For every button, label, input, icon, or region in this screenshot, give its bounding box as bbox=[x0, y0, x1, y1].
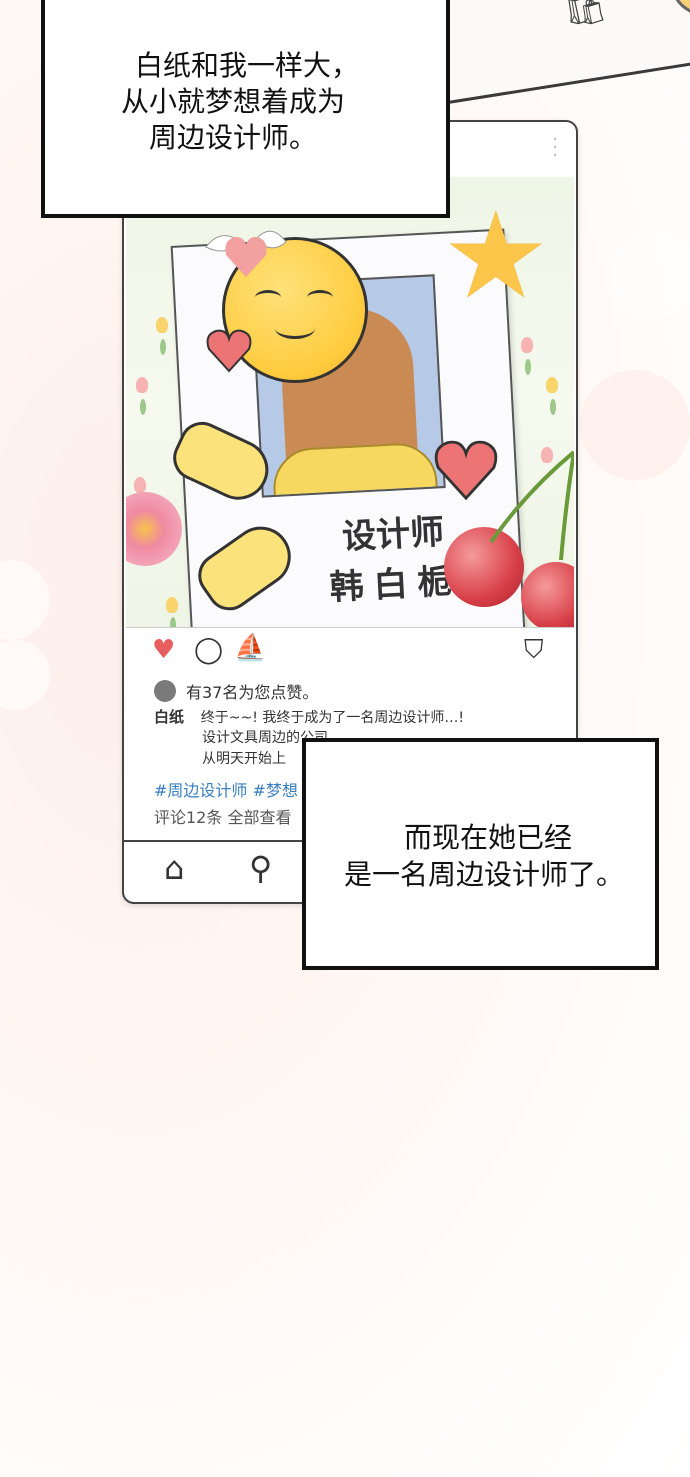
more-options-icon[interactable]: · · · bbox=[552, 131, 558, 165]
heart-icon[interactable]: ♥ bbox=[152, 637, 175, 663]
avatar bbox=[154, 680, 176, 702]
flower-decoration bbox=[166, 597, 178, 613]
cherry-icon bbox=[521, 562, 574, 627]
narration-line: 从小就梦想着成为 bbox=[121, 85, 346, 118]
narration-line: 周边设计师。 bbox=[149, 121, 318, 154]
narration-box-top: 白纸和我一样大， 从小就梦想着成为 周边设计师。 bbox=[41, 0, 450, 218]
narration-line: 是一名周边设计师了。 bbox=[344, 858, 625, 891]
flower-decoration bbox=[136, 377, 148, 393]
send-icon[interactable]: ⛵ bbox=[234, 635, 266, 661]
caption-line-3: 从明天开始上 bbox=[202, 751, 286, 767]
heart-icon bbox=[206, 329, 252, 373]
likes-summary[interactable]: 有37名为您点赞。 bbox=[154, 679, 318, 703]
post-actions: ♥ ◯ ⛵ ⛉ bbox=[124, 635, 576, 673]
flower-decoration bbox=[521, 337, 533, 353]
leaf-decoration bbox=[170, 617, 176, 627]
username[interactable]: 白纸 bbox=[154, 708, 184, 726]
bookmark-icon[interactable]: ⛉ bbox=[524, 637, 544, 663]
narration-line: 而现在她已经 bbox=[404, 821, 573, 854]
leaf-decoration bbox=[550, 399, 556, 415]
narration-box-bottom: 而现在她已经 是一名周边设计师了。 bbox=[302, 738, 659, 970]
hashtags[interactable]: #周边设计师 #梦想 bbox=[154, 777, 298, 801]
post-caption: 白纸 终于~~! 我终于成为了一名周边设计师…! 设计文具周边的公司 从明天开始… bbox=[154, 707, 464, 767]
comment-icon[interactable]: ◯ bbox=[194, 637, 223, 663]
bokeh-light bbox=[0, 560, 50, 640]
home-icon[interactable]: ⌂ bbox=[164, 852, 184, 884]
cherry-stem bbox=[489, 450, 574, 561]
winged-heart-icon bbox=[205, 230, 287, 277]
leaf-decoration bbox=[525, 359, 531, 375]
post-image[interactable]: 设计师 韩白栀 ★ bbox=[126, 177, 574, 628]
narration-line: 白纸和我一样大， bbox=[135, 49, 360, 82]
leaf-decoration bbox=[160, 339, 166, 355]
flower-decoration bbox=[156, 317, 168, 333]
flower-decoration bbox=[546, 377, 558, 393]
bokeh-light bbox=[610, 230, 690, 320]
left-eye bbox=[255, 290, 281, 305]
likes-text: 有37名为您点赞。 bbox=[186, 683, 319, 702]
bokeh-light bbox=[580, 370, 690, 480]
avatar bbox=[665, 0, 690, 21]
caption-line-1: 终于~~! 我终于成为了一名周边设计师…! bbox=[200, 710, 464, 726]
star-icon: ★ bbox=[442, 187, 550, 326]
smile-mouth bbox=[275, 318, 315, 339]
leaf-decoration bbox=[140, 399, 146, 415]
flower-decoration bbox=[134, 477, 146, 493]
search-icon[interactable]: ⚲ bbox=[249, 852, 272, 884]
view-comments-link[interactable]: 评论12条 全部查看 bbox=[154, 804, 291, 828]
hibiscus-flower bbox=[126, 492, 182, 566]
right-eye bbox=[307, 290, 333, 305]
shop-bag-icon: 🛍 bbox=[560, 0, 610, 32]
bokeh-light bbox=[0, 640, 50, 710]
